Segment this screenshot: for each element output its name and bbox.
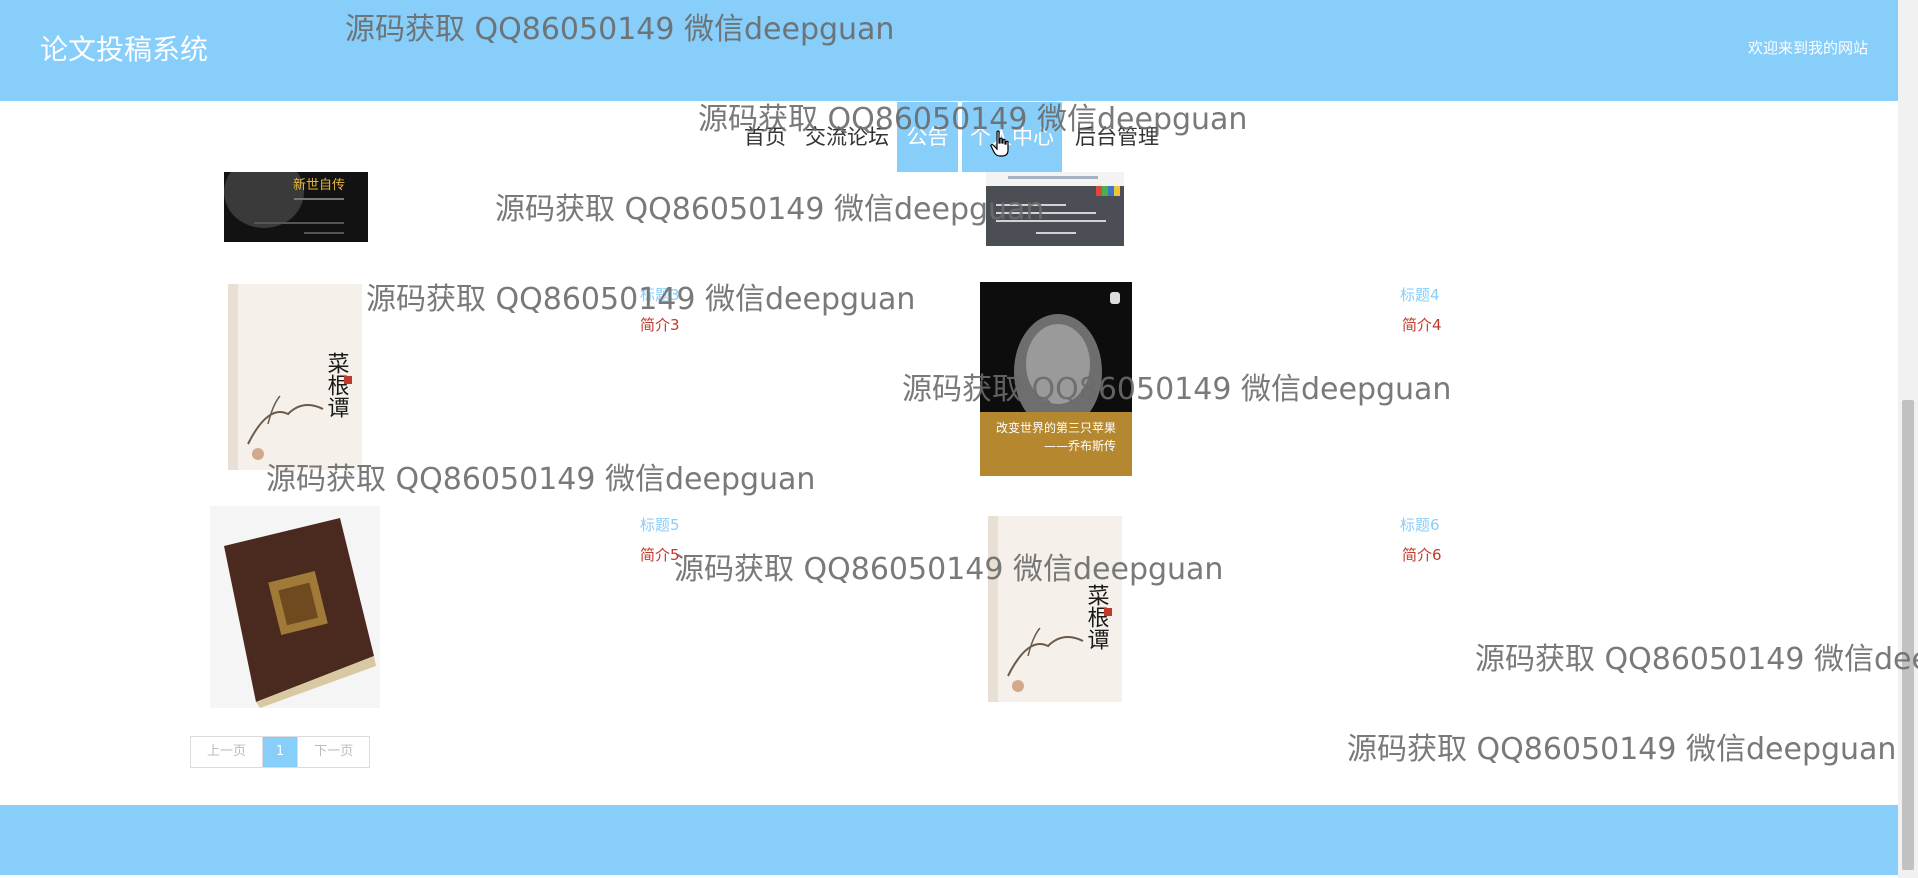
page-number-current[interactable]: 1 xyxy=(263,737,299,767)
watermark-8: 源码获取 QQ86050149 微信dee xyxy=(1475,642,1918,677)
watermark-5: 源码获取 QQ86050149 微信deepguan xyxy=(902,372,1452,407)
svg-text:改变世界的第三只苹果: 改变世界的第三只苹果 xyxy=(996,420,1116,435)
watermark-9: 源码获取 QQ86050149 微信deepguan xyxy=(1347,732,1897,767)
book-title-4[interactable]: 标题4 xyxy=(1400,284,1440,305)
svg-text:菜根谭: 菜根谭 xyxy=(1084,584,1110,650)
book-desc-6: 简介6 xyxy=(1402,546,1442,564)
site-title[interactable]: 论文投稿系统 xyxy=(40,28,208,68)
welcome-text: 欢迎来到我的网站 xyxy=(1747,39,1868,57)
book-cover-top-left[interactable]: 新世自传 xyxy=(224,172,368,242)
next-page-button[interactable]: 下一页 xyxy=(298,737,369,767)
svg-text:新世自传: 新世自传 xyxy=(293,177,345,193)
page-scrollbar[interactable] xyxy=(1898,0,1918,878)
book-cover-3-art: 菜根谭 xyxy=(228,284,362,470)
book-cover-top-left-art: 新世自传 xyxy=(224,172,368,242)
hand-cursor-icon xyxy=(990,130,1009,157)
watermark-6: 源码获取 QQ86050149 微信deepguan xyxy=(266,462,816,497)
book-cover-5-art xyxy=(210,506,380,708)
watermark-4: 源码获取 QQ86050149 微信deepguan xyxy=(366,282,916,317)
watermark-3: 源码获取 QQ86050149 微信deepguan xyxy=(495,192,1045,227)
book-title-5[interactable]: 标题5 xyxy=(640,514,680,535)
book-cover-3[interactable]: 菜根谭 xyxy=(228,284,362,470)
page: 论文投稿系统 欢迎来到我的网站 新世自传 首页 交流论坛 公告 个人中心 后台管… xyxy=(0,0,1918,878)
svg-text:菜根谭: 菜根谭 xyxy=(324,352,350,418)
watermark-1: 源码获取 QQ86050149 微信deepguan xyxy=(345,12,895,47)
header-bar: 论文投稿系统 欢迎来到我的网站 xyxy=(0,0,1898,101)
book-cover-5[interactable] xyxy=(210,506,380,708)
book-desc-4: 简介4 xyxy=(1402,316,1442,334)
footer-bar xyxy=(0,805,1898,875)
book-title-6[interactable]: 标题6 xyxy=(1400,514,1440,535)
svg-text:——乔布斯传: ——乔布斯传 xyxy=(1044,438,1116,453)
watermark-7: 源码获取 QQ86050149 微信deepguan xyxy=(674,552,1224,587)
watermark-2: 源码获取 QQ86050149 微信deepguan xyxy=(698,102,1248,137)
prev-page-button[interactable]: 上一页 xyxy=(191,737,264,767)
pagination: 上一页 1 下一页 xyxy=(190,736,371,768)
